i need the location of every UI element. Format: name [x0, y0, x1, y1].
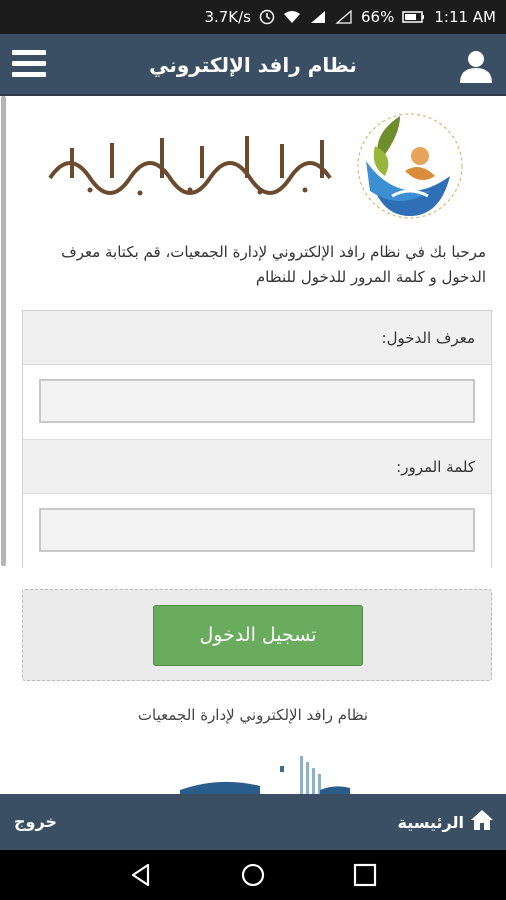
login-form: معرف الدخول: كلمة المرور:	[22, 310, 492, 569]
status-bar: 3.7K/s 66% 1:11 AM	[0, 0, 506, 34]
password-input[interactable]	[39, 508, 475, 552]
system-nav-bar	[0, 850, 506, 900]
scrollbar[interactable]	[1, 96, 6, 566]
password-row	[23, 494, 491, 569]
username-input[interactable]	[39, 379, 475, 423]
battery-icon	[402, 10, 426, 24]
status-time: 1:11 AM	[434, 8, 496, 26]
app-title: نظام رافد الإلكتروني	[149, 53, 357, 77]
username-label: معرف الدخول:	[23, 311, 491, 365]
battery-percent: 66%	[361, 8, 395, 26]
back-icon[interactable]	[128, 862, 154, 888]
menu-icon[interactable]	[12, 50, 46, 80]
username-row	[23, 365, 491, 440]
wifi-icon	[283, 10, 301, 24]
password-label: كلمة المرور:	[23, 440, 491, 494]
logout-button[interactable]: خروج	[14, 794, 57, 850]
clock-icon	[259, 9, 275, 25]
home-nav[interactable]: الرئيسية	[398, 794, 495, 850]
bottom-bar: الرئيسية خروج	[0, 794, 506, 850]
system-logo	[180, 756, 350, 794]
login-button[interactable]: تسجيل الدخول	[153, 605, 363, 666]
signal-icon	[309, 10, 327, 24]
user-icon[interactable]	[458, 48, 494, 84]
home-label: الرئيسية	[397, 812, 465, 832]
main-content[interactable]: مرحبا بك في نظام رافد الإلكتروني لإدارة …	[0, 96, 506, 794]
footer-text: نظام رافد الإلكتروني لإدارة الجمعيات	[137, 706, 369, 724]
signal-off-icon	[335, 10, 353, 24]
home-icon	[470, 809, 494, 835]
welcome-message: مرحبا بك في نظام رافد الإلكتروني لإدارة …	[61, 243, 486, 286]
recents-icon[interactable]	[352, 862, 378, 888]
home-circle-icon[interactable]	[240, 862, 266, 888]
network-speed: 3.7K/s	[204, 8, 251, 26]
submit-panel: تسجيل الدخول	[22, 589, 492, 681]
organization-logo	[40, 108, 470, 226]
app-bar: نظام رافد الإلكتروني	[0, 34, 506, 96]
